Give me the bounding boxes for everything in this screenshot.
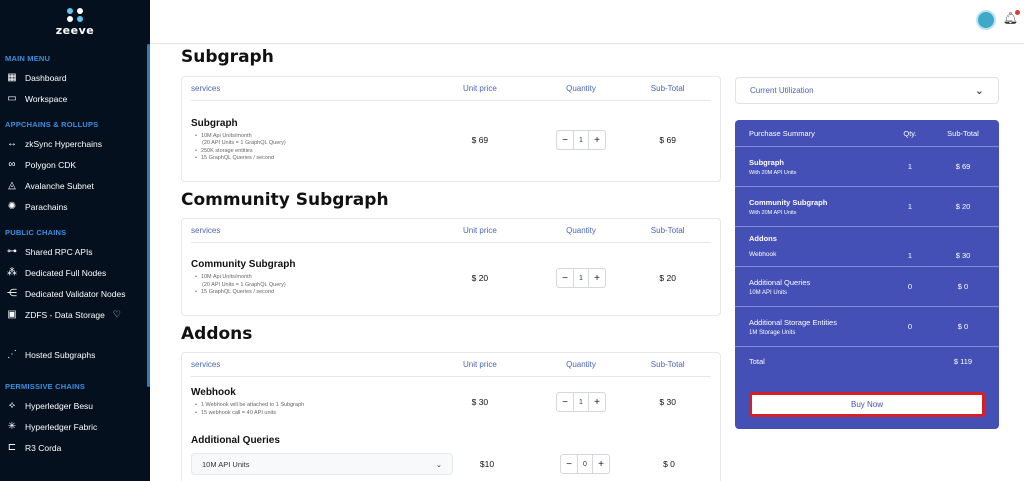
sidebar-item-zksync[interactable]: ↔ zkSync Hyperchains xyxy=(0,133,150,154)
summary-addons: Addons Webhook 1 $ 30 xyxy=(735,227,999,267)
minus-button[interactable]: − xyxy=(557,131,573,149)
section-heading-community: Community Subgraph xyxy=(181,190,389,210)
summary-row-subgraph: Subgraph With 20M API Units 1 $ 69 xyxy=(735,147,999,187)
storage-icon: ▣ xyxy=(7,309,17,320)
sidebar-item-polygon[interactable]: ∞ Polygon CDK xyxy=(0,154,150,175)
grid-icon: ▦ xyxy=(7,72,17,83)
sidebar-item-avalanche[interactable]: ◬ Avalanche Subnet xyxy=(0,175,150,196)
sidebar-item-hosted-subgraphs[interactable]: ⋰ Hosted Subgraphs xyxy=(0,344,150,365)
quantity-stepper[interactable]: −1 + xyxy=(556,392,606,413)
section-title-permissive: PERMISSIVE CHAINS xyxy=(5,382,86,391)
table-row-webhook: Webhook 1 Webhook will be attached to 1 … xyxy=(191,377,711,427)
top-bar: 🔔︎ xyxy=(150,0,1024,44)
community-subgraph-card: services Unit price Quantity Sub-Total C… xyxy=(181,218,721,316)
section-title-public-chains: PUBLIC CHAINS xyxy=(5,228,67,237)
chevron-down-icon: ⌄ xyxy=(974,85,984,97)
purchase-summary: Purchase Summary Qty. Sub-Total Subgraph… xyxy=(735,120,999,429)
quantity-value[interactable]: 0 xyxy=(577,455,593,474)
plus-button[interactable]: + xyxy=(593,455,609,473)
current-utilization-dropdown[interactable]: Current Utilization ⌄ xyxy=(735,77,999,104)
section-title-appchains: APPCHAINS & ROLLUPS xyxy=(5,120,99,129)
avalanche-icon: ◬ xyxy=(8,180,16,191)
sub-total: $ 20 xyxy=(659,273,676,283)
section-heading-subgraph: Subgraph xyxy=(181,47,274,67)
notification-bell-icon[interactable]: 🔔︎ xyxy=(1003,10,1020,25)
besu-icon: ⟡ xyxy=(8,400,16,411)
notification-dot xyxy=(1015,10,1020,15)
minus-button[interactable]: − xyxy=(561,455,577,473)
addons-card: services Unit price Quantity Sub-Total W… xyxy=(181,352,721,481)
section-title-main-menu: MAIN MENU xyxy=(5,54,51,63)
table-header: services Unit price Quantity Sub-Total xyxy=(191,219,711,243)
shield-icon: ♡ xyxy=(112,309,121,319)
summary-row-additional-queries: Additional Queries 10M API Units 0 $ 0 xyxy=(735,267,999,307)
fabric-icon: ✳ xyxy=(7,421,17,432)
unit-price: $ 20 xyxy=(471,273,489,283)
service-name: Webhook xyxy=(191,387,236,398)
quantity-stepper[interactable]: −0 + xyxy=(560,454,610,475)
subgraph-card: services Unit price Quantity Sub-Total S… xyxy=(181,76,721,182)
terminal-icon: ▭ xyxy=(7,93,17,104)
sidebar-item-workspace[interactable]: ▭ Workspace xyxy=(0,88,150,109)
corda-icon: ⊏ xyxy=(7,442,17,453)
sub-total: $ 0 xyxy=(663,459,675,469)
summary-row-community: Community Subgraph With 20M API Units 1 $… xyxy=(735,187,999,227)
unit-price: $ 69 xyxy=(471,135,489,145)
sidebar-item-corda[interactable]: ⊏ R3 Corda xyxy=(0,437,150,458)
sub-total: $ 69 xyxy=(659,135,676,145)
table-header: services Unit price Quantity Sub-Total xyxy=(191,353,711,377)
sidebar-item-dashboard[interactable]: ▦ Dashboard xyxy=(0,67,150,88)
service-name: Community Subgraph xyxy=(191,259,296,271)
sidebar-item-besu[interactable]: ⟡ Hyperledger Besu xyxy=(0,395,150,416)
service-name: Subgraph xyxy=(191,117,238,129)
table-row-additional-queries: 10M API Units ⌄ $10 −0 + $ 0 xyxy=(191,449,711,479)
sidebar: zeeve MAIN MENU ▦ Dashboard ▭ Workspace AP… xyxy=(0,0,150,481)
service-description: 10M Api Units/month (20 API Units = 1 Gr… xyxy=(191,274,422,297)
polkadot-icon: ✺ xyxy=(7,201,17,212)
service-description: 10M Api Units/month (20 API Units = 1 Gr… xyxy=(191,133,422,163)
summary-header: Purchase Summary Qty. Sub-Total xyxy=(735,120,999,147)
sidebar-item-shared-rpc[interactable]: ⊶ Shared RPC APIs xyxy=(0,241,150,262)
sidebar-item-zdfs[interactable]: ▣ ZDFS - Data Storage ♡ xyxy=(0,304,150,325)
quantity-value[interactable]: 1 xyxy=(573,393,589,412)
sidebar-item-full-nodes[interactable]: ⁂ Dedicated Full Nodes xyxy=(0,262,150,283)
minus-button[interactable]: − xyxy=(557,393,573,411)
avatar[interactable] xyxy=(976,10,996,30)
zeeve-logo-icon xyxy=(67,7,83,22)
rpc-icon: ⊶ xyxy=(7,246,17,257)
unit-price: $ 30 xyxy=(471,397,489,407)
table-row-subgraph: Subgraph 10M Api Units/month (20 API Uni… xyxy=(191,101,711,179)
unit-price: $10 xyxy=(479,459,495,469)
service-description: 1 Webhook will be attached to 1 Subgraph… xyxy=(191,402,422,417)
section-heading-addons: Addons xyxy=(181,324,253,344)
plus-button[interactable]: + xyxy=(589,269,605,287)
brand-name: zeeve xyxy=(55,23,95,37)
additional-queries-title: Additional Queries xyxy=(191,434,280,446)
summary-total: Total $ 119 xyxy=(749,356,973,366)
brand-logo[interactable]: zeeve xyxy=(0,0,150,44)
nodes-icon: ⁂ xyxy=(7,267,17,278)
arrows-icon: ↔ xyxy=(7,138,17,149)
main-content: Subgraph services Unit price Quantity Su… xyxy=(150,44,1024,481)
quantity-value[interactable]: 1 xyxy=(573,269,589,288)
validator-icon: ⋲ xyxy=(7,288,17,299)
quantity-stepper[interactable]: −1 + xyxy=(556,130,606,151)
quantity-stepper[interactable]: −1 + xyxy=(556,268,606,289)
api-units-select[interactable]: 10M API Units ⌄ xyxy=(191,453,453,475)
link-icon: ∞ xyxy=(8,159,16,170)
sidebar-item-parachains[interactable]: ✺ Parachains xyxy=(0,196,150,217)
plus-button[interactable]: + xyxy=(589,393,605,411)
sidebar-item-validator-nodes[interactable]: ⋲ Dedicated Validator Nodes xyxy=(0,283,150,304)
subgraph-icon: ⋰ xyxy=(7,349,17,360)
buy-now-button[interactable]: Buy Now xyxy=(749,392,985,417)
sub-total: $ 30 xyxy=(659,397,676,407)
quantity-value[interactable]: 1 xyxy=(573,131,589,150)
sidebar-item-fabric[interactable]: ✳ Hyperledger Fabric xyxy=(0,416,150,437)
table-row-community: Community Subgraph 10M Api Units/month (… xyxy=(191,243,711,313)
summary-row-storage: Additional Storage Entities 1M Storage Un… xyxy=(735,307,999,347)
minus-button[interactable]: − xyxy=(557,269,573,287)
plus-button[interactable]: + xyxy=(589,131,605,149)
table-header: services Unit price Quantity Sub-Total xyxy=(191,77,711,101)
